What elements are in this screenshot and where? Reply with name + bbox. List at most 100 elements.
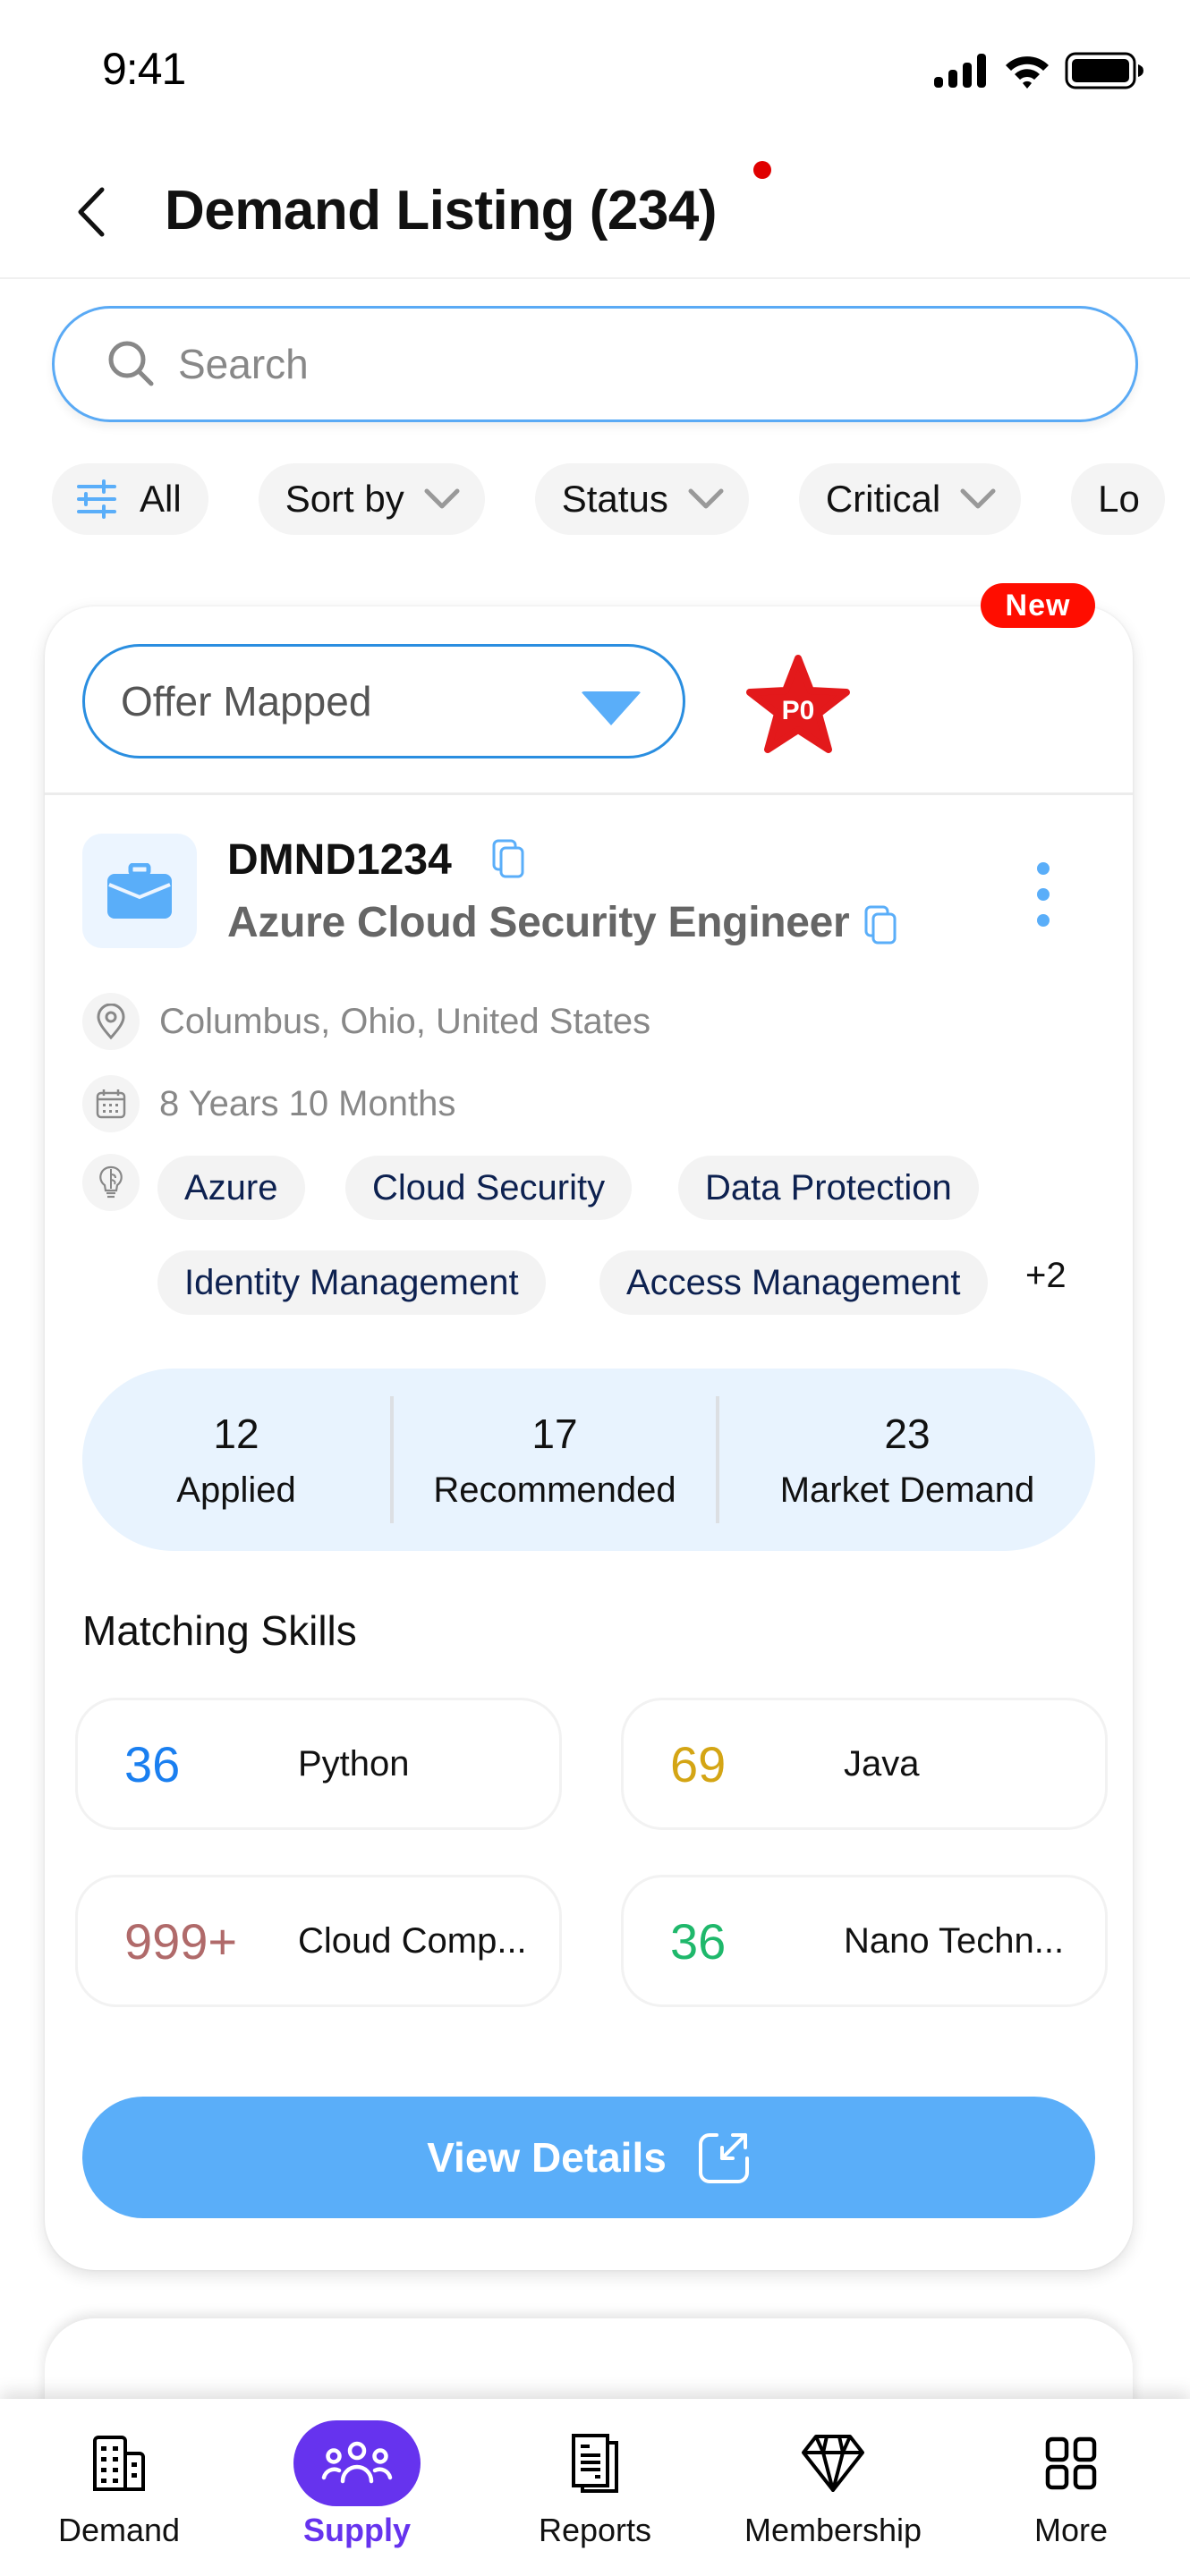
nav-item-supply[interactable]: Supply: [238, 2399, 476, 2576]
filter-chip-critical[interactable]: Critical: [798, 463, 1022, 535]
people-group-icon: [321, 2441, 393, 2484]
status-time: 9:41: [102, 44, 186, 94]
filter-chip-location[interactable]: Lo: [1071, 463, 1165, 535]
kebab-dot: [1037, 914, 1050, 927]
kebab-dot: [1037, 888, 1050, 901]
priority-badge: P0: [743, 653, 854, 758]
nav-item-more[interactable]: More: [952, 2399, 1190, 2576]
matching-skill-card[interactable]: 36 Nano Techn...: [621, 1875, 1108, 2007]
nav-item-membership[interactable]: Membership: [714, 2399, 952, 2576]
status-dropdown-value: Offer Mapped: [121, 678, 372, 724]
demand-card: Offer Mapped P0 DMND1234 Azure Cloud Sec…: [45, 606, 1133, 2270]
skill-tag: Cloud Security: [345, 1156, 633, 1220]
stat-value: 17: [531, 1410, 578, 1457]
chevron-down-icon: [424, 488, 460, 509]
sliders-icon: [77, 479, 116, 519]
filter-chip-status[interactable]: Status: [534, 463, 749, 535]
matching-skill-card[interactable]: 69 Java: [621, 1698, 1108, 1830]
chevron-left-icon: [78, 187, 105, 237]
status-dropdown[interactable]: Offer Mapped: [82, 644, 685, 758]
stat-value: 23: [884, 1410, 931, 1457]
wifi-icon: [1006, 56, 1049, 89]
chevron-down-icon: [960, 488, 996, 509]
filter-chip-label: Critical: [825, 478, 941, 520]
experience-text: 8 Years 10 Months: [159, 1083, 456, 1123]
nav-item-demand[interactable]: Demand: [0, 2399, 238, 2576]
filter-bar: All Sort by Status Critical Lo: [52, 463, 1165, 535]
document-icon: [572, 2434, 618, 2493]
chevron-down-icon: [688, 488, 724, 509]
priority-label: P0: [781, 696, 815, 725]
stat-market-demand[interactable]: 23 Market Demand: [719, 1368, 1095, 1551]
stat-label: Market Demand: [779, 1470, 1035, 1510]
kebab-dot: [1037, 862, 1050, 875]
matching-skill-count: 69: [670, 1735, 727, 1792]
nav-item-reports[interactable]: Reports: [476, 2399, 714, 2576]
page-title: Demand Listing (234): [165, 180, 718, 242]
matching-skill-card[interactable]: 36 Python: [75, 1698, 562, 1830]
experience-row: 8 Years 10 Months: [82, 1075, 455, 1132]
stat-recommended[interactable]: 17 Recommended: [394, 1368, 716, 1551]
lightbulb-icon: [82, 1154, 140, 1211]
demand-id: DMND1234: [227, 836, 452, 884]
job-title: Azure Cloud Security Engineer: [227, 899, 850, 946]
status-icons: [934, 52, 1145, 89]
nav-label: Demand: [57, 2512, 181, 2548]
copy-icon: [492, 839, 524, 878]
building-icon: [93, 2436, 145, 2491]
location-pin-icon: [82, 993, 140, 1050]
skill-tag: Identity Management: [157, 1250, 546, 1315]
stat-value: 12: [213, 1410, 259, 1457]
copy-title-button[interactable]: [864, 905, 897, 949]
nav-label: Supply: [302, 2512, 411, 2548]
external-link-icon: [698, 2133, 749, 2183]
filter-chip-label: Lo: [1098, 478, 1140, 520]
more-skills-count[interactable]: +2: [1025, 1256, 1067, 1296]
more-options-button[interactable]: [1025, 859, 1061, 930]
skills-row-icon: [82, 1154, 159, 1211]
job-icon-container: [82, 834, 197, 948]
back-button[interactable]: [68, 181, 113, 243]
location-row: Columbus, Ohio, United States: [82, 993, 650, 1050]
stat-applied[interactable]: 12 Applied: [82, 1368, 390, 1551]
view-details-button[interactable]: View Details: [82, 2097, 1095, 2218]
copy-id-button[interactable]: [492, 839, 524, 883]
stat-label: Applied: [176, 1470, 296, 1510]
card-divider: [45, 792, 1133, 795]
view-details-label: View Details: [427, 2134, 667, 2181]
filter-chip-label: Sort by: [285, 478, 404, 520]
battery-icon: [1065, 52, 1143, 89]
matching-skill-name: Java: [844, 1743, 920, 1784]
matching-skill-name: Nano Techn...: [844, 1920, 1065, 1961]
nav-label: Membership: [744, 2512, 922, 2548]
filter-chip-all[interactable]: All: [52, 463, 208, 535]
skill-tag: Access Management: [599, 1250, 988, 1315]
nav-label: More: [1033, 2512, 1109, 2548]
nav-label: Reports: [538, 2512, 652, 2548]
app-header: Demand Listing (234): [0, 152, 1190, 279]
filter-chip-label: Status: [561, 478, 668, 520]
skill-tag: Azure: [157, 1156, 305, 1220]
matching-skill-count: 36: [124, 1735, 181, 1792]
matching-skill-count: 999+: [124, 1912, 238, 1970]
notification-dot: [753, 161, 771, 179]
skill-tag: Data Protection: [678, 1156, 979, 1220]
new-badge: New: [981, 583, 1095, 628]
copy-icon: [864, 905, 897, 945]
matching-skills-title: Matching Skills: [82, 1607, 357, 1654]
stat-label: Recommended: [433, 1470, 676, 1510]
search-input[interactable]: [178, 340, 983, 388]
bottom-navigation: Demand Supply Reports Membership More: [0, 2399, 1190, 2576]
filter-chip-label: All: [140, 478, 182, 520]
stats-bar: 12 Applied 17 Recommended 23 Market Dema…: [82, 1368, 1095, 1551]
filter-chip-sort-by[interactable]: Sort by: [258, 463, 485, 535]
matching-skill-name: Python: [298, 1743, 410, 1784]
location-text: Columbus, Ohio, United States: [159, 1001, 651, 1041]
cellular-signal-icon: [934, 54, 986, 88]
search-bar[interactable]: [52, 306, 1138, 422]
matching-skill-card[interactable]: 999+ Cloud Comp...: [75, 1875, 562, 2007]
matching-skill-name: Cloud Comp...: [298, 1920, 527, 1961]
grid-icon: [1045, 2436, 1097, 2490]
matching-skill-count: 36: [670, 1912, 727, 1970]
status-bar: 9:41: [0, 0, 1190, 134]
